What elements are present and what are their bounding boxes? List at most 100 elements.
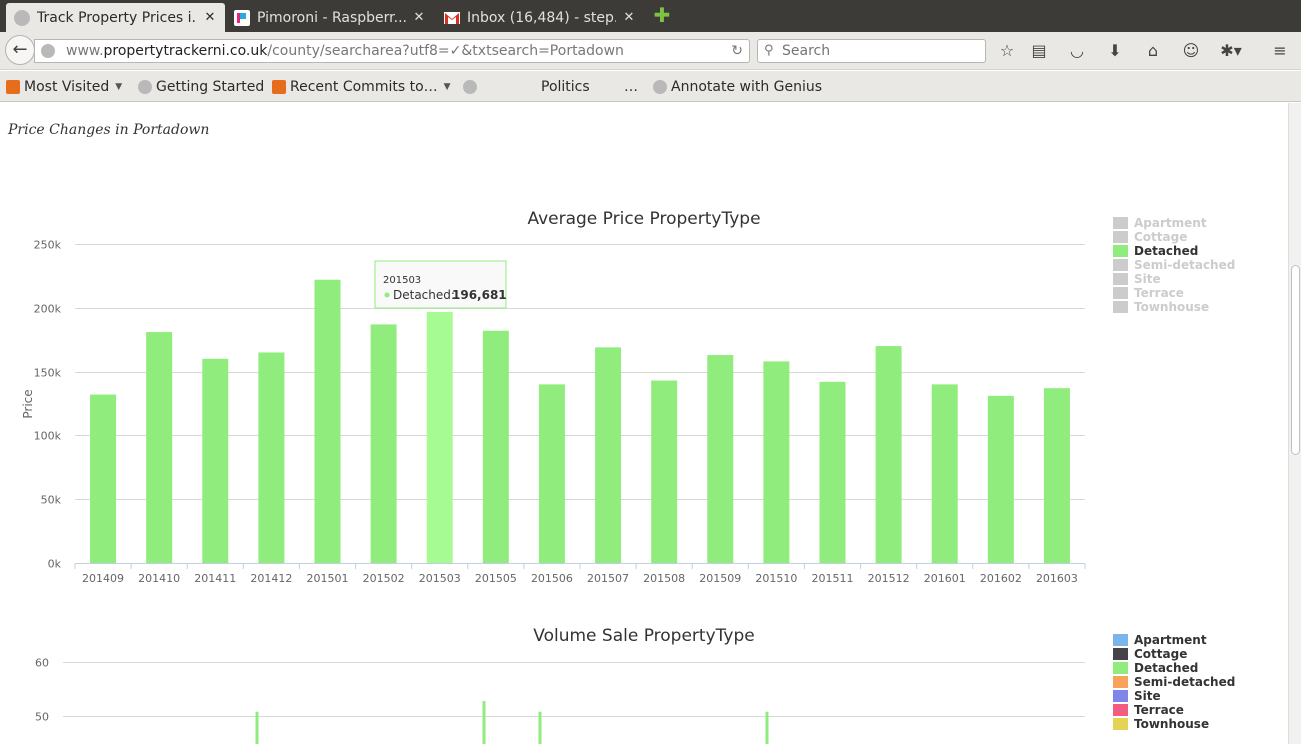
bar-201509[interactable] (707, 355, 734, 563)
chart-legend-price: Apartment Cottage Detached Semi-detached Sit… (1113, 216, 1235, 314)
hamburger-menu-icon[interactable]: ≡ (1269, 41, 1291, 61)
legend-item-detached[interactable]: Detached (1113, 661, 1235, 675)
bar-201506[interactable] (538, 384, 565, 563)
bar-201502[interactable] (370, 324, 397, 563)
legend-swatch (1113, 287, 1128, 299)
downloads-icon[interactable]: ⬇ (1104, 41, 1126, 61)
legend-item-semi-detached[interactable]: Semi-detached (1113, 258, 1235, 272)
legend-item-cottage[interactable]: Cottage (1113, 647, 1235, 661)
gmail-icon (444, 10, 460, 26)
x-tick-label: 201501 (307, 572, 349, 585)
pocket-icon[interactable]: ◡ (1066, 41, 1088, 61)
bar-201410[interactable] (146, 332, 173, 563)
legend-label: Townhouse (1134, 300, 1210, 314)
close-tab-icon[interactable]: ✕ (412, 10, 426, 25)
volume-bar[interactable] (482, 701, 486, 744)
url-bar[interactable]: www.propertytrackerni.co.uk/county/searc… (34, 39, 750, 63)
x-tick-label: 201512 (868, 572, 910, 585)
legend-item-semi-detached[interactable]: Semi-detached (1113, 675, 1235, 689)
x-tick-label: 201509 (699, 572, 741, 585)
bookmark-star-icon[interactable]: ☆ (996, 41, 1018, 61)
hello-icon[interactable]: ☺ (1180, 41, 1202, 61)
legend-item-terrace[interactable]: Terrace (1113, 286, 1235, 300)
bar-201511[interactable] (819, 381, 846, 563)
tooltip-series: Detached: (393, 288, 455, 302)
bar-201501[interactable] (314, 279, 341, 563)
reading-list-icon[interactable]: ▤ (1028, 41, 1050, 61)
x-tick-label: 201601 (924, 572, 966, 585)
site-identity-icon[interactable] (41, 44, 55, 58)
legend-item-townhouse[interactable]: Townhouse (1113, 717, 1235, 731)
legend-swatch (1113, 662, 1128, 674)
legend-label: Site (1134, 689, 1161, 703)
legend-label: Terrace (1134, 286, 1184, 300)
tab-inbox[interactable]: Inbox (16,484) - step... ✕ (436, 3, 644, 32)
bar-201603[interactable] (1043, 388, 1070, 563)
legend-item-terrace[interactable]: Terrace (1113, 703, 1235, 717)
close-tab-icon[interactable]: ✕ (622, 10, 636, 25)
bar-201510[interactable] (763, 361, 790, 563)
x-tick-label: 201506 (531, 572, 573, 585)
bar-201601[interactable] (931, 384, 958, 563)
search-bar[interactable]: ⚲ (757, 39, 986, 63)
home-icon[interactable]: ⌂ (1142, 41, 1164, 61)
legend-item-cottage[interactable]: Cottage (1113, 230, 1235, 244)
bookmark-getting-started[interactable]: Getting Started (138, 77, 264, 97)
legend-item-townhouse[interactable]: Townhouse (1113, 300, 1235, 314)
bar-201505[interactable] (482, 330, 509, 563)
tab-title: Pimoroni - Raspberr... (257, 9, 406, 26)
pimoroni-icon (234, 9, 250, 26)
legend-item-detached[interactable]: Detached (1113, 244, 1235, 258)
page-scrollbar[interactable] (1288, 103, 1301, 744)
volume-bar[interactable] (765, 711, 769, 744)
bookmark-recent-commits[interactable]: Recent Commits to… ▼ (272, 77, 451, 97)
tab-title: Inbox (16,484) - step... (467, 9, 616, 26)
legend-label: Semi-detached (1134, 675, 1236, 689)
bar-201512[interactable] (875, 346, 902, 563)
legend-label: Detached (1134, 661, 1199, 675)
legend-label: Apartment (1134, 216, 1207, 230)
legend-label: Cottage (1134, 647, 1188, 661)
bookmark-politics[interactable]: Politics (541, 77, 590, 97)
reload-icon[interactable]: ↻ (731, 40, 743, 62)
tooltip-series-dot (384, 292, 390, 298)
bar-201411[interactable] (202, 358, 229, 563)
x-tick-label: 201411 (194, 572, 236, 585)
extension-menu-icon[interactable]: ✱▾ (1216, 41, 1246, 61)
x-tick-label: 201507 (587, 572, 629, 585)
legend-swatch (1113, 217, 1128, 229)
bar-201409[interactable] (90, 394, 117, 563)
volume-bar[interactable] (538, 711, 542, 744)
bookmark-most-visited[interactable]: Most Visited ▼ (6, 77, 122, 97)
legend-item-apartment[interactable]: Apartment (1113, 633, 1235, 647)
legend-swatch (1113, 648, 1128, 660)
new-tab-button[interactable]: ✚ (652, 5, 672, 25)
bar-201602[interactable] (987, 395, 1014, 563)
bookmark-label: Recent Commits to… (290, 79, 438, 95)
volume-bar[interactable] (255, 711, 259, 744)
bookmark-annotate-genius[interactable]: Annotate with Genius (653, 77, 822, 97)
close-tab-icon[interactable]: ✕ (203, 10, 217, 25)
search-input[interactable] (782, 42, 977, 60)
bookmark-unnamed[interactable] (463, 77, 481, 97)
x-tick-label: 201603 (1036, 572, 1078, 585)
back-button[interactable]: ← (5, 35, 35, 65)
tab-pimoroni[interactable]: Pimoroni - Raspberr... ✕ (226, 3, 434, 32)
bar-201503[interactable] (426, 312, 453, 563)
legend-item-site[interactable]: Site (1113, 272, 1235, 286)
bar-201412[interactable] (258, 352, 285, 563)
bar-201508[interactable] (651, 380, 678, 563)
legend-swatch (1113, 718, 1128, 730)
bookmark-ellipsis[interactable]: … (624, 77, 638, 97)
tab-track-property[interactable]: Track Property Prices i... ✕ (6, 3, 225, 32)
x-tick-label: 201412 (250, 572, 292, 585)
bar-201507[interactable] (595, 347, 622, 563)
url-text[interactable]: www.propertytrackerni.co.uk/county/searc… (66, 40, 624, 62)
legend-swatch (1113, 231, 1128, 243)
legend-item-apartment[interactable]: Apartment (1113, 216, 1235, 230)
y-tick-label: 250k (34, 239, 62, 252)
legend-item-site[interactable]: Site (1113, 689, 1235, 703)
legend-swatch (1113, 245, 1128, 257)
bookmark-label: Annotate with Genius (671, 79, 823, 95)
scrollbar-thumb[interactable] (1291, 265, 1300, 455)
